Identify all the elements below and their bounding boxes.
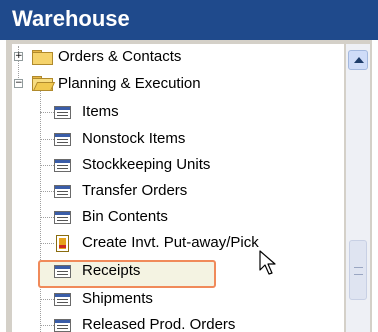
collapse-icon[interactable]: − (14, 79, 23, 88)
vertical-scrollbar[interactable] (346, 44, 370, 332)
list-icon (54, 133, 71, 146)
pane-header: Warehouse (0, 0, 378, 40)
tree-connector (40, 191, 54, 192)
tree-item-label: Create Invt. Put-away/Pick (82, 234, 259, 251)
tree-connector (40, 243, 54, 244)
tree-item-label: Shipments (82, 290, 153, 307)
scroll-thumb[interactable] (349, 240, 367, 300)
tree-item-label: Released Prod. Orders (82, 316, 236, 332)
list-icon (54, 319, 71, 332)
tree-connector (40, 165, 54, 166)
tree-connector (40, 299, 54, 300)
tree-item-label: Transfer Orders (82, 182, 188, 199)
list-icon (54, 159, 71, 172)
tree-connector (40, 88, 41, 332)
tree-connector (40, 139, 54, 140)
chevron-up-icon (354, 57, 364, 63)
tree-connector (40, 217, 54, 218)
list-icon (54, 106, 71, 119)
folder-open-icon (32, 76, 56, 91)
list-icon (54, 211, 71, 224)
expand-icon[interactable]: + (14, 52, 23, 61)
mouse-cursor-icon (259, 250, 276, 275)
pane-title: Warehouse (12, 6, 130, 31)
tree-item-label: Nonstock Items (82, 130, 186, 147)
tree-item-label: Items (82, 103, 119, 120)
tree-item-label: Orders & Contacts (58, 48, 182, 65)
tree-connector (40, 112, 54, 113)
tree-connector (40, 325, 54, 326)
tree-item-label: Planning & Execution (58, 75, 201, 92)
report-icon (56, 235, 69, 252)
list-icon (54, 293, 71, 306)
tree-item-label: Stockkeeping Units (82, 156, 211, 173)
folder-icon (32, 50, 53, 65)
scroll-up-button[interactable] (348, 50, 368, 70)
tree-item-label: Bin Contents (82, 208, 168, 225)
list-icon (54, 185, 71, 198)
tree-item-label: Receipts (82, 262, 141, 279)
list-icon (54, 265, 71, 278)
navigation-tree: + Orders & Contacts − Planning & Executi… (12, 44, 344, 332)
